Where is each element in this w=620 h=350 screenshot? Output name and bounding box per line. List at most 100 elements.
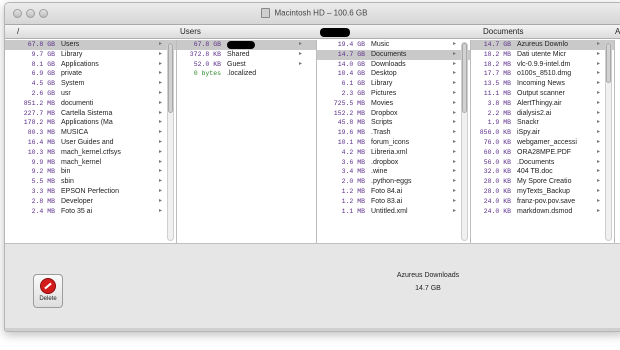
- item-size: 6.9 GB: [31, 70, 55, 78]
- delete-button[interactable]: Delete: [33, 274, 63, 308]
- item-size: 372.8 KB: [189, 50, 221, 58]
- list-item[interactable]: 2.3 GB Pictures ▸: [317, 89, 470, 99]
- chevron-right-icon: ▸: [596, 41, 600, 47]
- item-size: 4.5 GB: [31, 80, 55, 88]
- item-name: .Trash: [371, 129, 391, 137]
- list-item[interactable]: 1.9 MB Snackr ▸: [471, 118, 614, 128]
- list-item[interactable]: 9.7 GB Library ▸: [5, 50, 176, 60]
- vertical-scrollbar[interactable]: [167, 42, 174, 241]
- item-size: 10.4 GB: [337, 70, 365, 78]
- item-size: 2.4 MB: [31, 207, 55, 215]
- list-item[interactable]: 8.1 GB Applications ▸: [5, 60, 176, 70]
- list-item[interactable]: 1.2 MB Foto 84.ai ▸: [317, 187, 470, 197]
- column-documents[interactable]: 14.7 GB Azureus Downlo ▸ 18.2 MB Dati utente…: [471, 40, 615, 243]
- list-item[interactable]: 2.2 MB dialysis2.ai ▸: [471, 109, 614, 119]
- list-item[interactable]: 60.0 KB ORA28MPE.PDF ▸: [471, 148, 614, 158]
- list-item[interactable]: 16.4 MB User Guides and ▸: [5, 138, 176, 148]
- chevron-right-icon: ▸: [298, 50, 302, 57]
- list-item[interactable]: 1.2 MB Foto 83.ai ▸: [317, 197, 470, 207]
- list-item[interactable]: 14.7 GB Azureus Downlo ▸: [471, 40, 614, 50]
- column-next: [615, 40, 620, 243]
- item-name: Scripts: [371, 119, 393, 127]
- scrollbar-thumb[interactable]: [462, 43, 467, 113]
- chevron-right-icon: ▸: [596, 60, 600, 67]
- chevron-right-icon: ▸: [158, 70, 162, 77]
- scrollbar-thumb[interactable]: [168, 43, 173, 113]
- list-item[interactable]: 5.5 MB sbin ▸: [5, 177, 176, 187]
- list-item[interactable]: 851.2 MB documenti ▸: [5, 99, 176, 109]
- list-item[interactable]: 76.0 KB webgamer_accessi ▸: [471, 138, 614, 148]
- column-root[interactable]: 67.8 GB Users ▸ 9.7 GB Library ▸ 8.1 GB Applica…: [5, 40, 177, 243]
- list-item[interactable]: 9.2 MB bin ▸: [5, 167, 176, 177]
- item-name: Cartella Sistema: [61, 109, 113, 117]
- list-item[interactable]: 856.0 KB iSpy.air ▸: [471, 128, 614, 138]
- list-item[interactable]: 10.1 MB forum_icons ▸: [317, 138, 470, 148]
- list-item[interactable]: 28.0 KB myTexts_Backup ▸: [471, 187, 614, 197]
- list-item[interactable]: 2.0 MB .python-eggs ▸: [317, 177, 470, 187]
- chevron-right-icon: ▸: [596, 129, 600, 136]
- list-item[interactable]: 80.3 MB MUSICA ▸: [5, 128, 176, 138]
- list-item[interactable]: 67.8 GB ▸: [177, 40, 316, 50]
- list-item[interactable]: 13.5 MB Incoming News ▸: [471, 79, 614, 89]
- list-item[interactable]: 178.2 MB Applications (Ma ▸: [5, 118, 176, 128]
- item-name: forum_icons: [371, 138, 410, 146]
- list-item[interactable]: 2.4 MB Foto 35 ai ▸: [5, 207, 176, 217]
- list-item[interactable]: 4.5 GB System ▸: [5, 79, 176, 89]
- list-item[interactable]: 4.2 MB Libreria.xml ▸: [317, 148, 470, 158]
- item-size: 2.8 MB: [31, 197, 55, 205]
- item-size: 24.0 KB: [483, 207, 511, 215]
- list-item[interactable]: 14.0 GB Downloads ▸: [317, 60, 470, 70]
- list-item[interactable]: 152.2 MB Dropbox ▸: [317, 109, 470, 119]
- vertical-scrollbar[interactable]: [461, 42, 468, 241]
- list-item[interactable]: 32.0 KB 404 TB.doc ▸: [471, 167, 614, 177]
- chevron-right-icon: ▸: [452, 178, 456, 185]
- list-item[interactable]: 0 bytes .localized: [177, 69, 316, 79]
- item-size: 2.0 MB: [341, 178, 365, 186]
- item-size: 1.2 MB: [341, 187, 365, 195]
- list-item[interactable]: 6.1 GB Library ▸: [317, 79, 470, 89]
- list-item[interactable]: 227.7 MB Cartella Sistema ▸: [5, 109, 176, 119]
- list-item[interactable]: 725.5 MB Movies ▸: [317, 99, 470, 109]
- chevron-right-icon: ▸: [596, 187, 600, 194]
- list-item[interactable]: 3.4 MB .wine ▸: [317, 167, 470, 177]
- item-size: 28.0 KB: [483, 187, 511, 195]
- list-item[interactable]: 18.2 MB Dati utente Micr ▸: [471, 50, 614, 60]
- selected-item-size: 14.7 GB: [415, 285, 441, 292]
- list-item[interactable]: 67.8 GB Users ▸: [5, 40, 176, 50]
- list-item[interactable]: 372.8 KB Shared ▸: [177, 50, 316, 60]
- list-item[interactable]: 2.6 GB usr ▸: [5, 89, 176, 99]
- column-users[interactable]: 67.8 GB ▸ 372.8 KB Shared ▸ 52.0 KB Guest ▸ 0 by…: [177, 40, 317, 243]
- column-home[interactable]: 19.4 GB Music ▸ 14.7 GB Documents ▸ 14.0 GB Dow…: [317, 40, 471, 243]
- list-item[interactable]: 14.7 GB Documents ▸: [317, 49, 470, 60]
- list-item[interactable]: 45.8 MB Scripts ▸: [317, 118, 470, 128]
- item-size: 67.8 GB: [27, 41, 55, 48]
- chevron-right-icon: ▸: [158, 158, 162, 165]
- list-item[interactable]: 10.4 GB Desktop ▸: [317, 69, 470, 79]
- list-item[interactable]: 56.0 KB .Documents ▸: [471, 158, 614, 168]
- list-item[interactable]: 24.0 KB markdown.dsmod ▸: [471, 207, 614, 217]
- list-item[interactable]: 6.9 GB private ▸: [5, 69, 176, 79]
- item-name: iSpy.air: [517, 129, 540, 137]
- list-item[interactable]: 3.8 MB AlertThingy.air ▸: [471, 99, 614, 109]
- item-name: franz-pov.pov.save: [517, 197, 576, 205]
- list-item[interactable]: 17.7 MB o100s_8510.dmg ▸: [471, 69, 614, 79]
- vertical-scrollbar[interactable]: [605, 42, 612, 241]
- list-item[interactable]: 9.9 MB mach_kernel ▸: [5, 158, 176, 168]
- list-item[interactable]: 1.1 MB Untitled.xml ▸: [317, 207, 470, 217]
- list-item[interactable]: 11.1 MB Output scanner ▸: [471, 89, 614, 99]
- list-item[interactable]: 19.6 MB .Trash ▸: [317, 128, 470, 138]
- list-item[interactable]: 3.3 MB EPSON Perfection ▸: [5, 187, 176, 197]
- item-size: 14.7 GB: [337, 50, 365, 58]
- list-item[interactable]: 10.3 MB mach_kernel.ctfsys ▸: [5, 148, 176, 158]
- list-item[interactable]: 19.4 GB Music ▸: [317, 40, 470, 50]
- list-item[interactable]: 2.8 MB Developer ▸: [5, 197, 176, 207]
- list-item[interactable]: 28.0 KB My Spore Creatio ▸: [471, 177, 614, 187]
- list-item[interactable]: 18.2 MB vlc-0.9.9-intel.dm ▸: [471, 60, 614, 70]
- list-item[interactable]: 24.0 KB franz-pov.pov.save ▸: [471, 197, 614, 207]
- item-name: 404 TB.doc: [517, 168, 553, 176]
- list-item[interactable]: 3.6 MB .dropbox ▸: [317, 158, 470, 168]
- item-name: My Spore Creatio: [517, 178, 572, 186]
- scrollbar-thumb[interactable]: [606, 43, 611, 83]
- item-name: mach_kernel.ctfsys: [61, 148, 121, 156]
- list-item[interactable]: 52.0 KB Guest ▸: [177, 60, 316, 70]
